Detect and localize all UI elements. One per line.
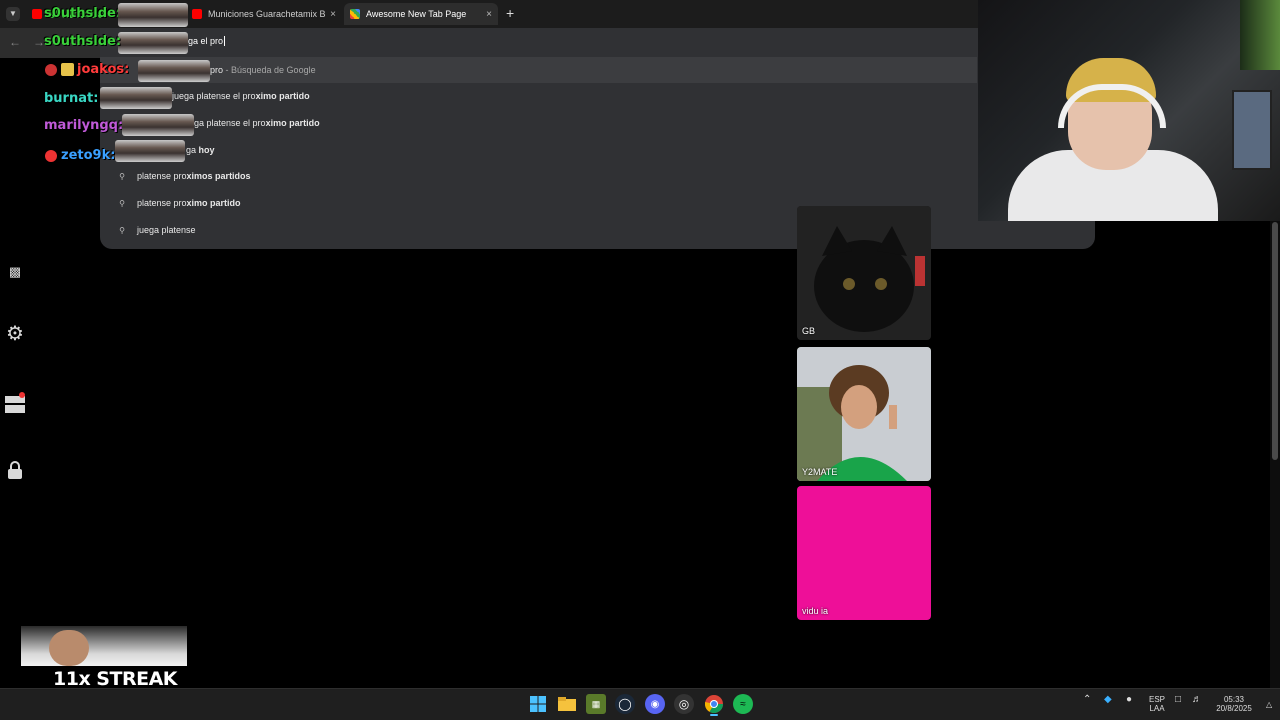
tile-label: vidu ia [802,606,829,616]
suggestion-text-part: juega platense [137,225,196,235]
streak-label: 11x STREAK [53,668,178,690]
cat-image [797,206,931,340]
suggestion-text-part: ximo partido [255,91,310,101]
spotify-icon[interactable]: ≈ [733,694,753,714]
chat-username: s0uthslde: [44,6,122,21]
tray-chevron-icon[interactable]: ⌃ [1083,695,1091,705]
shortcut-tile-y2mate[interactable]: Y2MATE [797,347,931,481]
redacted-image [115,140,185,162]
tab-label: Municiones Guarachetamix Bla [208,9,326,19]
suggestion-text-part: platense pro [137,198,187,208]
live-badge-icon [45,150,57,162]
stack-icon[interactable] [5,392,25,413]
chat-username: burnat: [44,91,99,106]
chat-username: s0uthslde: [44,34,122,49]
omnibox-suggestion[interactable]: juega platense el proximo partido [100,83,1095,109]
search-icon: ⚲ [119,171,125,181]
chat-username: marilyngq: [44,118,124,133]
suggestion-text-part: - Búsqueda de Google [223,65,316,75]
person-image [797,347,931,481]
lang-bottom: LAA [1149,704,1165,713]
redacted-image [100,87,172,109]
omnibox-input[interactable]: ga el pro [188,36,226,54]
suggestion-text-part: ximo partido [186,198,241,208]
file-explorer-icon[interactable] [557,694,577,714]
omnibox-suggestion[interactable]: ⚲ juega platense [100,217,1095,243]
steam-icon[interactable]: ◯ [615,694,635,714]
suggestion-text: platense proximos partidos [137,171,251,181]
redacted-image [118,3,188,27]
tab-label: Awesome New Tab Page [366,9,467,19]
language-indicator[interactable]: ESP LAA [1146,695,1168,713]
suggestion-text: pro - Búsqueda de Google [210,65,316,75]
clock-date: 20/8/2025 [1216,704,1252,713]
plant-shape [1240,0,1280,70]
suggestion-text-part: pro [210,65,224,75]
omnibox-suggestion[interactable]: ⚲ platense proximos partidos [100,163,1095,189]
moderator-badge-icon [45,64,57,76]
gear-icon[interactable]: ⚙ [5,324,25,344]
tab-municiones[interactable]: Municiones Guarachetamix Bla × [186,3,342,25]
youtube-favicon-icon [32,9,42,19]
suggestion-text-part: hoy [198,145,215,155]
suggestion-text-part: ximo partido [265,118,320,128]
omnibox-suggestion[interactable]: ga hoy [100,137,1095,163]
suggestion-text-part: platense pro [137,171,187,181]
suggestion-text: platense proximo partido [137,198,241,208]
shortcut-tile-gb[interactable]: GB [797,206,931,340]
chat-username: zeto9k: [61,148,116,163]
lock-icon[interactable] [5,460,25,480]
obs-icon[interactable]: ◎ [674,694,694,714]
tab-search-icon[interactable]: ▼ [6,7,20,21]
suggestion-text: ga platense el proximo partido [194,118,320,128]
omnibox-input-value: ga el pro [188,36,224,46]
suggestion-text-part: ga platense el pro [194,118,266,128]
app-grid-icon[interactable]: ▦ [586,694,606,714]
new-tab-button[interactable]: + [506,5,514,21]
suggestion-text: ga hoy [186,145,215,155]
windows-start-icon[interactable] [528,694,548,714]
discord-icon[interactable]: ◉ [645,694,665,714]
redacted-image [118,32,188,54]
chrome-icon[interactable] [704,694,724,714]
streak-webcam [21,626,187,666]
scrollbar-thumb[interactable] [1272,222,1278,460]
suggestion-text-part: juega platense el pro [172,91,256,101]
tab-close-icon[interactable]: × [330,9,336,20]
suggestion-text-part: ximos partidos [186,171,251,181]
suggestion-text: juega platense el proximo partido [172,91,310,101]
chat-username: joakos: [77,62,130,77]
omnibox-suggestion[interactable]: pro - Búsqueda de Google [100,57,977,83]
search-icon: ⚲ [119,198,125,208]
omnibox-suggestion[interactable]: ga platense el proximo partido [100,110,1095,136]
webcam-feed [978,0,1280,221]
tab-awesome-new-tab[interactable]: Awesome New Tab Page × [344,3,498,25]
tray-shield-icon[interactable]: ◆ [1104,695,1112,705]
omnibox-suggestion[interactable]: ⚲ platense proximo partido [100,190,1095,216]
clock[interactable]: 05:33 20/8/2025 [1212,695,1256,713]
redacted-image [138,60,210,82]
face-shape [49,630,89,666]
redacted-image [122,114,194,136]
clock-time: 05:33 [1223,695,1245,704]
suggestion-text-part: ga [186,145,199,155]
newtab-favicon-icon [350,9,360,19]
tile-label: Y2MATE [802,467,838,477]
shortcut-tile-vidu[interactable]: vidu ia [797,486,931,620]
gamepad-icon[interactable]: ▩ [5,262,25,282]
notification-icon[interactable]: △ [1266,700,1272,709]
sub-badge-icon [61,63,74,76]
tab-close-icon[interactable]: × [486,9,492,20]
microphone-icon[interactable]: ● [1126,695,1132,705]
search-icon: ⚲ [119,225,125,235]
tile-label: GB [802,326,816,336]
back-icon[interactable]: ← [9,35,21,49]
lang-top: ESP [1148,695,1165,704]
monitor-shape [1232,90,1272,170]
volume-icon[interactable]: ♬ [1192,695,1202,705]
suggestion-text: juega platense [137,225,196,235]
youtube-favicon-icon [192,9,202,19]
active-app-indicator [710,714,718,716]
network-icon[interactable]: □ [1175,695,1181,705]
